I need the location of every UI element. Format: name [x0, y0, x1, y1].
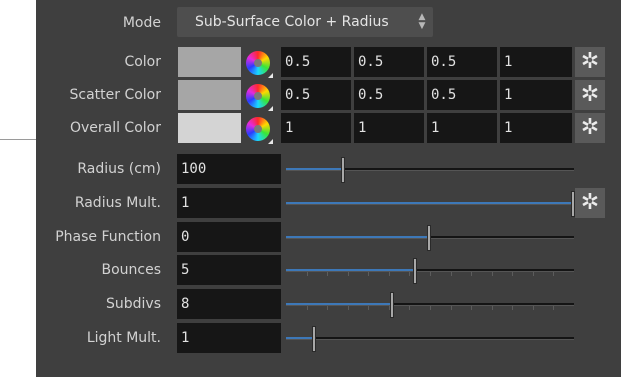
slider-tick: [512, 272, 513, 277]
row-label: Scatter Color: [69, 87, 161, 103]
row-label: Light Mult.: [86, 330, 161, 346]
channel-value-field[interactable]: 1: [281, 113, 351, 143]
channel-value-field[interactable]: 0.5: [354, 47, 424, 77]
color-wheel-icon[interactable]: [246, 51, 273, 78]
channel-value-field[interactable]: 0.5: [281, 47, 351, 77]
slider-tick: [409, 306, 410, 311]
channel-value-field[interactable]: 1: [500, 47, 572, 77]
slider-fill: [286, 337, 315, 339]
channel-value-field[interactable]: 1: [427, 113, 497, 143]
slider-tick: [430, 306, 431, 311]
numeric-input[interactable]: 1: [177, 323, 281, 353]
dropdown-arrows-icon: ▲ ▼: [418, 12, 426, 31]
slider-fill: [286, 201, 574, 204]
gear-icon[interactable]: ✲: [575, 113, 605, 143]
slider-tick: [368, 272, 369, 277]
gear-icon[interactable]: ✲: [575, 80, 605, 110]
slider-handle[interactable]: [427, 224, 431, 251]
numeric-input[interactable]: 5: [177, 255, 281, 286]
channel-value-field[interactable]: 0.5: [427, 47, 497, 77]
slider-handle[interactable]: [340, 157, 345, 183]
slider-tick: [471, 306, 472, 311]
mode-dropdown-value: Sub-Surface Color + Radius: [195, 14, 389, 30]
slider-tick: [368, 306, 369, 311]
color-wheel-icon[interactable]: [246, 84, 273, 111]
slider-tick: [553, 306, 554, 311]
slider-tick: [327, 306, 328, 311]
slider-tick: [327, 272, 328, 277]
row-label: Color: [124, 54, 161, 70]
slider-fill: [286, 235, 430, 238]
slider-fill: [286, 168, 344, 170]
slider-tick: [348, 306, 349, 311]
slider-tick: [307, 306, 308, 311]
color-swatch[interactable]: [178, 80, 241, 110]
channel-value-field[interactable]: 1: [500, 113, 572, 143]
gear-icon[interactable]: ✲: [575, 47, 605, 77]
slider-tick: [492, 272, 493, 277]
row-label: Bounces: [101, 262, 161, 279]
slider-tick: [492, 306, 493, 311]
slider-tick: [348, 272, 349, 277]
slider-tick: [533, 272, 534, 277]
slider-tick: [409, 272, 410, 277]
slider-tick: [451, 272, 452, 277]
slider-tick: [553, 272, 554, 277]
slider[interactable]: [286, 154, 574, 184]
slider-handle[interactable]: [412, 258, 417, 285]
slider-tick: [533, 306, 534, 311]
slider-fill: [286, 269, 416, 272]
slider[interactable]: [286, 222, 574, 252]
numeric-input[interactable]: 8: [177, 289, 281, 320]
slider-tick: [512, 306, 513, 311]
slider-tick: [307, 272, 308, 277]
row-label: Radius Mult.: [74, 194, 161, 211]
row-label: Phase Function: [55, 228, 161, 245]
slider[interactable]: [286, 255, 574, 285]
channel-value-field[interactable]: 0.5: [427, 80, 497, 110]
channel-value-field[interactable]: 0.5: [281, 80, 351, 110]
slider-tick: [471, 272, 472, 277]
slider-track: [286, 337, 574, 340]
slider-handle[interactable]: [389, 292, 394, 319]
mode-dropdown[interactable]: Sub-Surface Color + Radius ▲ ▼: [177, 7, 433, 37]
color-wheel-icon[interactable]: [246, 117, 273, 144]
channel-value-field[interactable]: 1: [500, 80, 572, 110]
channel-value-field[interactable]: 1: [354, 113, 424, 143]
slider[interactable]: [286, 188, 575, 218]
slider-tick: [430, 272, 431, 277]
slider-tick: [389, 272, 390, 277]
row-label: Radius (cm): [77, 161, 161, 177]
external-connector-line: [0, 139, 36, 140]
numeric-input[interactable]: 100: [177, 154, 281, 184]
slider[interactable]: [286, 323, 574, 353]
slider[interactable]: [286, 289, 574, 319]
subsurface-settings-panel: Mode Sub-Surface Color + Radius ▲ ▼ Color…: [36, 0, 621, 377]
row-label: Subdivs: [105, 296, 161, 313]
channel-value-field[interactable]: 0.5: [354, 80, 424, 110]
mode-label: Mode: [122, 15, 161, 31]
numeric-input[interactable]: 1: [177, 187, 281, 218]
slider-tick: [451, 306, 452, 311]
row-label: Overall Color: [69, 120, 161, 136]
slider-fill: [286, 303, 393, 306]
gear-icon[interactable]: ✲: [575, 187, 605, 218]
numeric-input[interactable]: 0: [177, 221, 281, 252]
slider-handle[interactable]: [311, 326, 316, 352]
color-swatch[interactable]: [178, 113, 241, 143]
color-swatch[interactable]: [178, 47, 241, 77]
